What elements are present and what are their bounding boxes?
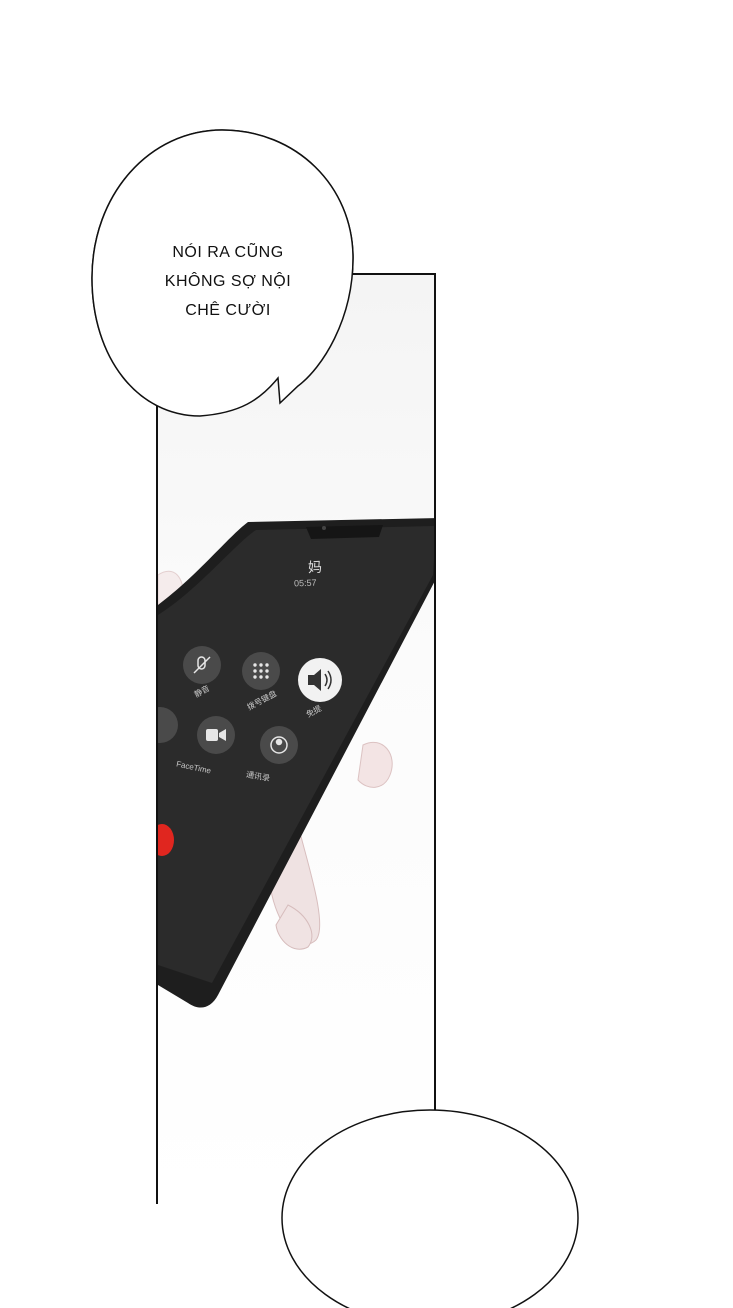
phone-notch <box>306 525 383 539</box>
speech-line-1: NÓI RA CŨNG <box>172 244 284 261</box>
speech-text: NÓI RA CŨNG KHÔNG SỢ NỘI CHÊ CƯỜI <box>128 238 328 325</box>
call-timer: 05:57 <box>293 577 317 589</box>
speech-line-2: KHÔNG SỢ NỘI <box>164 273 292 290</box>
speech-line-3: CHÊ CƯỜI <box>185 302 271 319</box>
keypad-icon <box>253 663 269 679</box>
caller-name: 妈 <box>307 558 323 576</box>
facetime-icon <box>206 729 226 741</box>
speech-bubble-bottom <box>281 1109 579 1308</box>
